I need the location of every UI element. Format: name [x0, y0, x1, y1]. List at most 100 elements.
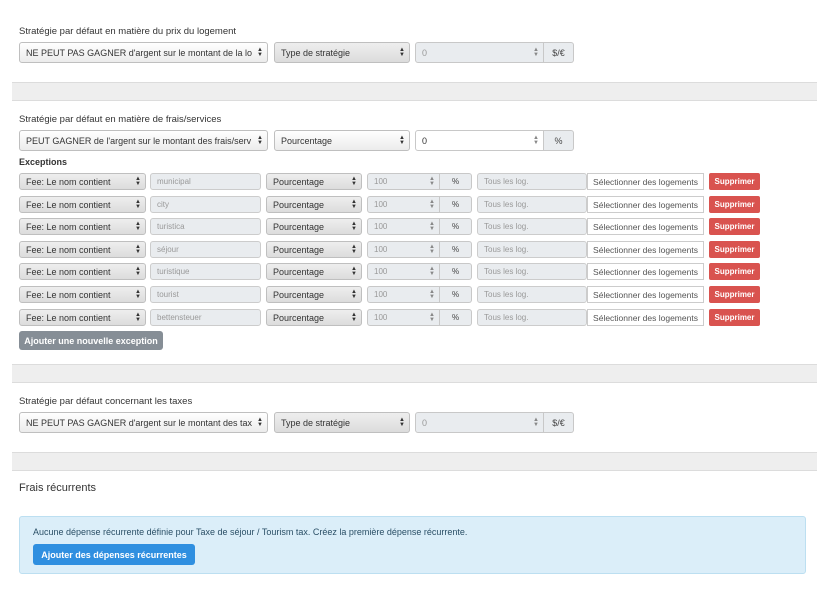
exception-type-select[interactable]: Pourcentage ▲ ▼: [266, 196, 362, 213]
chevron-updown-icon: ▲ ▼: [135, 175, 141, 187]
exception-text-input[interactable]: séjour: [150, 241, 261, 258]
delete-exception-button[interactable]: Supprimer: [709, 218, 760, 235]
fees-type-select[interactable]: Pourcentage ▲ ▼: [274, 130, 410, 151]
exception-rule-select[interactable]: Fee: Le nom contient ▲ ▼: [19, 218, 146, 235]
fees-unit-addon: %: [544, 130, 574, 151]
exception-value-text: 100: [374, 267, 388, 276]
housing-unit-addon: $/€: [544, 42, 574, 63]
exception-scope-field: Tous les log.: [477, 309, 587, 326]
exception-rule-select[interactable]: Fee: Le nom contient ▲ ▼: [19, 309, 146, 326]
exception-unit-addon: %: [440, 241, 472, 258]
exception-type-value: Pourcentage: [273, 176, 325, 187]
select-listings-button[interactable]: Sélectionner des logements: [587, 218, 704, 235]
exception-value-text: 100: [374, 177, 388, 186]
exception-type-select[interactable]: Pourcentage ▲ ▼: [266, 241, 362, 258]
exception-type-select[interactable]: Pourcentage ▲ ▼: [266, 263, 362, 280]
taxes-strategy-select-value: NE PEUT PAS GAGNER d'argent sur le monta…: [26, 417, 252, 428]
exception-rule-select[interactable]: Fee: Le nom contient ▲ ▼: [19, 241, 146, 258]
exception-rule-select[interactable]: Fee: Le nom contient ▲ ▼: [19, 196, 146, 213]
select-listings-button[interactable]: Sélectionner des logements: [587, 196, 704, 213]
section-divider: [12, 82, 817, 101]
exception-value-input[interactable]: 100 ▲ ▼: [367, 263, 440, 280]
housing-value-text: 0: [422, 47, 428, 58]
delete-exception-button[interactable]: Supprimer: [709, 173, 760, 190]
exceptions-label: Exceptions: [19, 157, 68, 167]
exception-text-input[interactable]: tourist: [150, 286, 261, 303]
select-listings-button[interactable]: Sélectionner des logements: [587, 309, 704, 326]
chevron-updown-icon: ▲ ▼: [257, 134, 263, 146]
select-listings-button[interactable]: Sélectionner des logements: [587, 286, 704, 303]
housing-strategy-select[interactable]: NE PEUT PAS GAGNER d'argent sur le monta…: [19, 42, 268, 63]
spinner-icon: ▲ ▼: [429, 288, 435, 300]
exception-unit-addon: %: [440, 286, 472, 303]
housing-value-input[interactable]: 0 ▲ ▼: [415, 42, 544, 63]
fees-strategy-select[interactable]: PEUT GAGNER de l'argent sur le montant d…: [19, 130, 268, 151]
exception-rule-value: Fee: Le nom contient: [26, 289, 111, 300]
exception-scope-field: Tous les log.: [477, 263, 587, 280]
exception-value-input[interactable]: 100 ▲ ▼: [367, 173, 440, 190]
exception-text-input[interactable]: bettensteuer: [150, 309, 261, 326]
select-listings-button[interactable]: Sélectionner des logements: [587, 263, 704, 280]
exception-rule-select[interactable]: Fee: Le nom contient ▲ ▼: [19, 173, 146, 190]
chevron-updown-icon: ▲ ▼: [135, 220, 141, 232]
exception-rule-select[interactable]: Fee: Le nom contient ▲ ▼: [19, 263, 146, 280]
chevron-updown-icon: ▲ ▼: [135, 311, 141, 323]
chevron-updown-icon: ▲ ▼: [399, 416, 405, 428]
delete-exception-button[interactable]: Supprimer: [709, 241, 760, 258]
taxes-unit-addon: $/€: [544, 412, 574, 433]
exception-type-select[interactable]: Pourcentage ▲ ▼: [266, 286, 362, 303]
delete-exception-button[interactable]: Supprimer: [709, 309, 760, 326]
chevron-updown-icon: ▲ ▼: [351, 243, 357, 255]
delete-exception-button[interactable]: Supprimer: [709, 263, 760, 280]
add-recurring-button[interactable]: Ajouter des dépenses récurrentes: [33, 544, 195, 565]
recurring-message: Aucune dépense récurrente définie pour T…: [33, 527, 468, 537]
chevron-updown-icon: ▲ ▼: [257, 416, 263, 428]
exception-type-select[interactable]: Pourcentage ▲ ▼: [266, 309, 362, 326]
fees-strategy-select-value: PEUT GAGNER de l'argent sur le montant d…: [26, 135, 252, 146]
select-listings-button[interactable]: Sélectionner des logements: [587, 241, 704, 258]
chevron-updown-icon: ▲ ▼: [135, 243, 141, 255]
exception-type-value: Pourcentage: [273, 221, 325, 232]
delete-exception-button[interactable]: Supprimer: [709, 286, 760, 303]
exception-scope-value: Tous les log.: [484, 177, 529, 186]
section-divider: [12, 452, 817, 471]
exception-scope-field: Tous les log.: [477, 196, 587, 213]
add-exception-button[interactable]: Ajouter une nouvelle exception: [19, 331, 163, 350]
chevron-updown-icon: ▲ ▼: [351, 175, 357, 187]
chevron-updown-icon: ▲ ▼: [351, 265, 357, 277]
exception-scope-value: Tous les log.: [484, 222, 529, 231]
chevron-updown-icon: ▲ ▼: [351, 311, 357, 323]
exception-scope-value: Tous les log.: [484, 290, 529, 299]
exception-text-input[interactable]: municipal: [150, 173, 261, 190]
exception-value-input[interactable]: 100 ▲ ▼: [367, 196, 440, 213]
taxes-strategy-select[interactable]: NE PEUT PAS GAGNER d'argent sur le monta…: [19, 412, 268, 433]
exception-value-input[interactable]: 100 ▲ ▼: [367, 286, 440, 303]
exception-text-input[interactable]: turistique: [150, 263, 261, 280]
delete-exception-button[interactable]: Supprimer: [709, 196, 760, 213]
exception-value-input[interactable]: 100 ▲ ▼: [367, 218, 440, 235]
housing-type-select[interactable]: Type de stratégie ▲ ▼: [274, 42, 410, 63]
exception-rule-value: Fee: Le nom contient: [26, 221, 111, 232]
exception-type-select[interactable]: Pourcentage ▲ ▼: [266, 218, 362, 235]
housing-type-select-value: Type de stratégie: [281, 47, 351, 58]
exception-value-input[interactable]: 100 ▲ ▼: [367, 241, 440, 258]
exception-scope-field: Tous les log.: [477, 241, 587, 258]
taxes-type-select-value: Type de stratégie: [281, 417, 351, 428]
housing-strategy-select-value: NE PEUT PAS GAGNER d'argent sur le monta…: [26, 47, 252, 58]
exception-value-input[interactable]: 100 ▲ ▼: [367, 309, 440, 326]
exception-rule-select[interactable]: Fee: Le nom contient ▲ ▼: [19, 286, 146, 303]
exception-text-input[interactable]: turistica: [150, 218, 261, 235]
exception-scope-value: Tous les log.: [484, 313, 529, 322]
taxes-value-input[interactable]: 0 ▲ ▼: [415, 412, 544, 433]
exception-value-text: 100: [374, 313, 388, 322]
exception-type-value: Pourcentage: [273, 289, 325, 300]
exception-rule-value: Fee: Le nom contient: [26, 199, 111, 210]
exception-scope-value: Tous les log.: [484, 245, 529, 254]
exception-text-value: bettensteuer: [157, 313, 202, 322]
exception-scope-value: Tous les log.: [484, 200, 529, 209]
fees-value-input[interactable]: 0 ▲ ▼: [415, 130, 544, 151]
taxes-type-select[interactable]: Type de stratégie ▲ ▼: [274, 412, 410, 433]
select-listings-button[interactable]: Sélectionner des logements: [587, 173, 704, 190]
exception-type-select[interactable]: Pourcentage ▲ ▼: [266, 173, 362, 190]
exception-text-input[interactable]: city: [150, 196, 261, 213]
